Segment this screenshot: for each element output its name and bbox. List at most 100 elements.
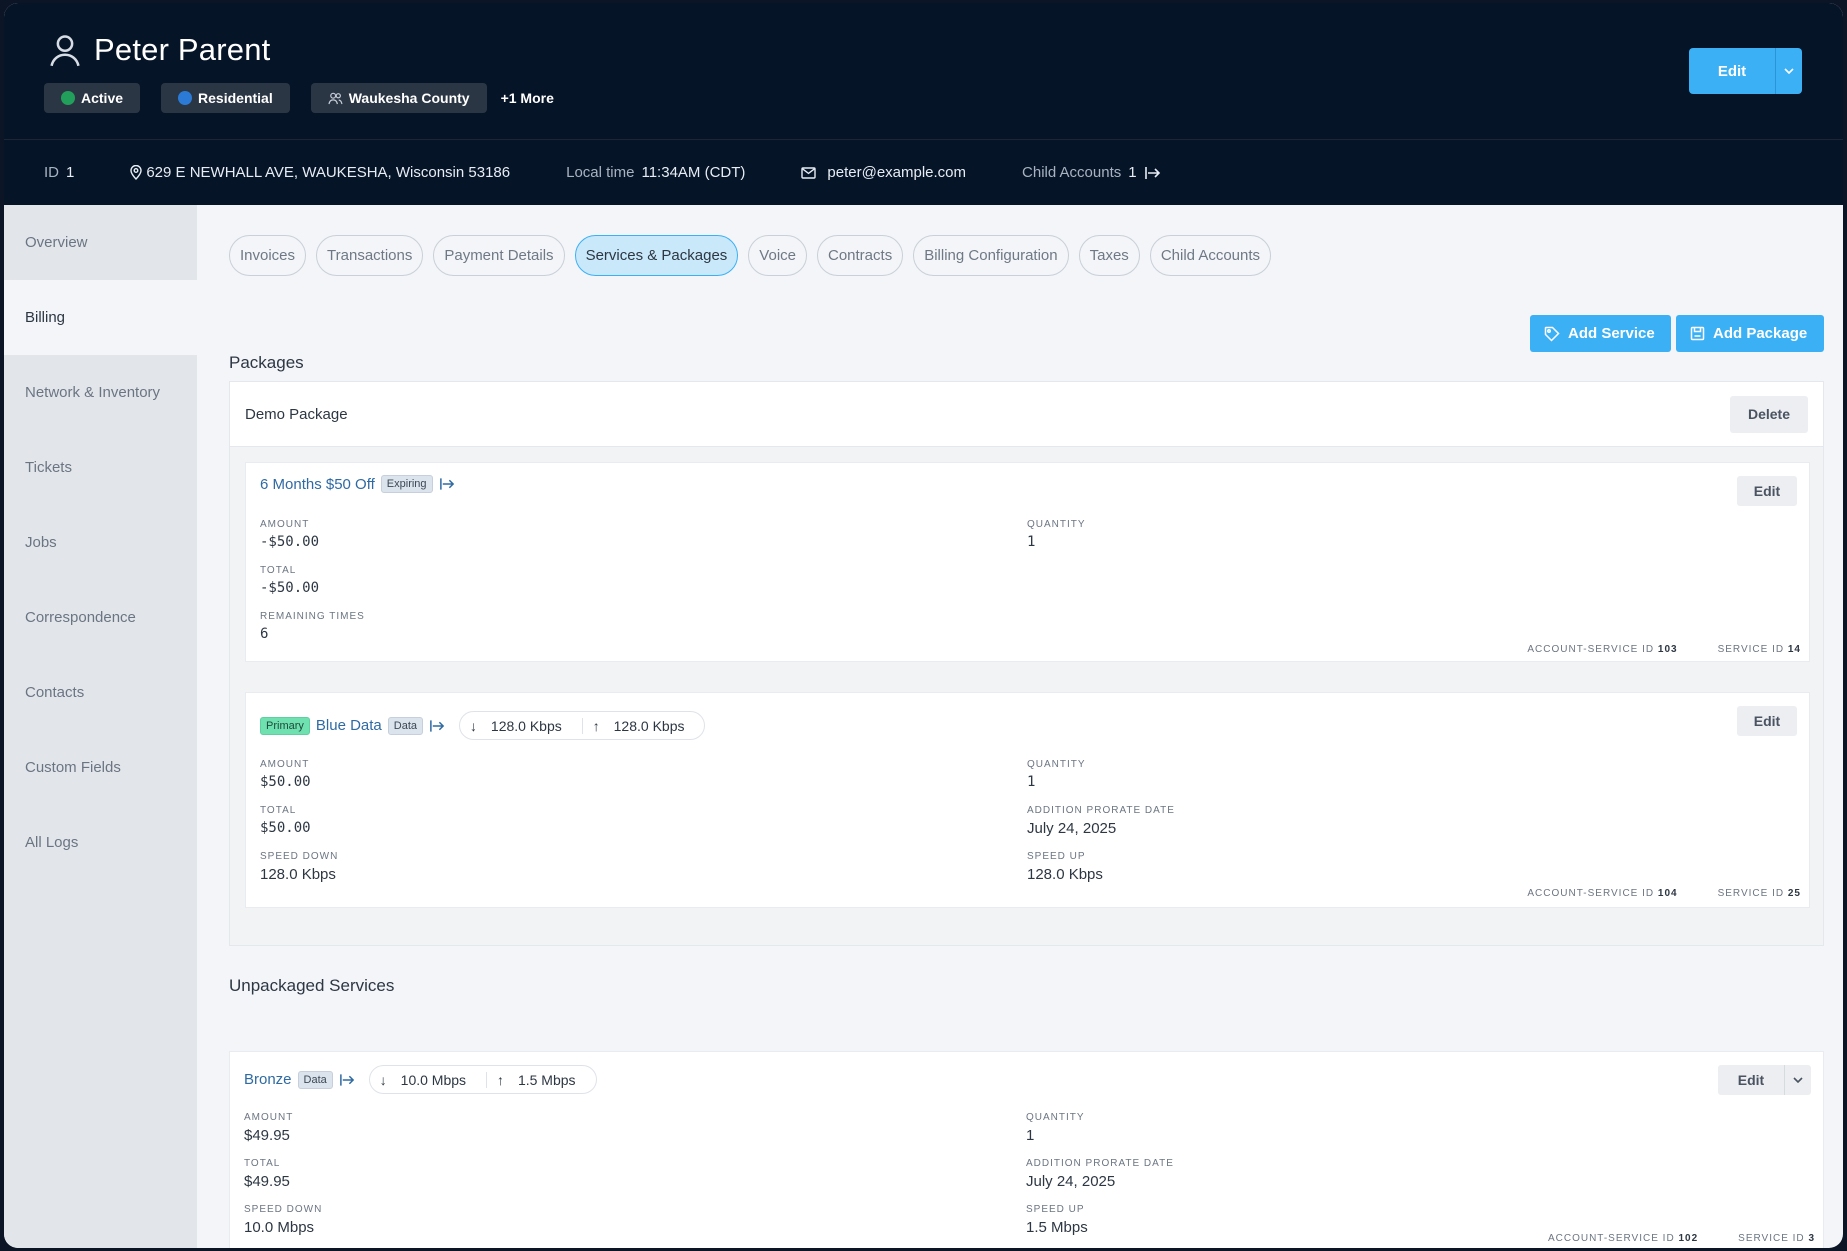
prorate-date-field: ADDITION PRORATE DATE July 24, 2025 <box>1026 1158 1174 1190</box>
packages-heading: Packages <box>229 353 304 372</box>
billing-tabs: Invoices Transactions Payment Details Se… <box>229 235 1272 276</box>
arrow-to-right-icon[interactable] <box>439 477 455 491</box>
sidebar: Overview Billing Network & Inventory Tic… <box>4 205 197 1248</box>
data-tag: Data <box>297 1070 333 1089</box>
data-tag: Data <box>387 716 424 735</box>
remaining-times-field: REMAINING TIMES 6 <box>260 611 365 642</box>
edit-split-button: Edit <box>1689 48 1802 94</box>
service-title: Primary Blue Data Data ↓ 128.0 Kbps ↑ 12… <box>260 711 706 740</box>
speed-up-field: SPEED UP 1.5 Mbps <box>1026 1204 1088 1236</box>
sidebar-item-network-inventory[interactable]: Network & Inventory <box>4 355 197 430</box>
map-pin-icon <box>130 165 143 180</box>
edit-split-button: Edit <box>1718 1065 1811 1095</box>
more-badges-link[interactable]: +1 More <box>501 90 554 106</box>
primary-tag: Primary <box>260 716 310 735</box>
arrow-to-right-icon <box>1144 166 1160 179</box>
account-info-bar: ID 1 629 E NEWHALL AVE, WAUKESHA, Wiscon… <box>4 139 1843 205</box>
child-accounts-info[interactable]: Child Accounts 1 <box>1022 164 1161 181</box>
edit-menu-button[interactable] <box>1784 1065 1811 1095</box>
app-window: Peter Parent Active Residential Waukesha… <box>4 3 1843 1248</box>
quantity-field: QUANTITY 1 <box>1027 759 1086 790</box>
package-name: Demo Package <box>245 405 348 423</box>
type-badge: Residential <box>161 83 290 113</box>
status-badge: Active <box>44 83 141 113</box>
amount-field: AMOUNT $49.95 <box>244 1112 294 1144</box>
local-time: Local time 11:34AM (CDT) <box>566 164 746 181</box>
package-card: Demo Package Delete 6 Months $50 Off Exp… <box>229 381 1824 946</box>
account-header: Peter Parent Active Residential Waukesha… <box>4 3 1843 139</box>
speed-pill: ↓ 10.0 Mbps ↑ 1.5 Mbps <box>368 1065 597 1094</box>
arrow-to-right-icon[interactable] <box>339 1073 355 1087</box>
chevron-down-icon <box>1784 68 1794 74</box>
service-name-link[interactable]: Blue Data <box>316 717 382 734</box>
edit-menu-button[interactable] <box>1775 48 1802 94</box>
speed-down-field: SPEED DOWN 10.0 Mbps <box>244 1204 323 1236</box>
tab-payment-details[interactable]: Payment Details <box>433 235 565 276</box>
speed-up-field: SPEED UP 128.0 Kbps <box>1027 851 1103 883</box>
tab-voice[interactable]: Voice <box>748 235 807 276</box>
tab-services-packages[interactable]: Services & Packages <box>574 235 739 276</box>
speed-down-field: SPEED DOWN 128.0 Kbps <box>260 851 339 883</box>
residential-dot-icon <box>178 91 193 105</box>
account-id: ID 1 <box>44 164 75 181</box>
sidebar-item-correspondence[interactable]: Correspondence <box>4 580 197 655</box>
tag-icon <box>1544 326 1560 342</box>
sidebar-item-tickets[interactable]: Tickets <box>4 430 197 505</box>
quantity-field: QUANTITY 1 <box>1026 1112 1085 1144</box>
service-ids: ACCOUNT-SERVICE ID 103 SERVICE ID 14 <box>1527 644 1801 655</box>
sidebar-item-jobs[interactable]: Jobs <box>4 505 197 580</box>
add-package-button[interactable]: Add Package <box>1676 315 1824 352</box>
service-ids: ACCOUNT-SERVICE ID 104 SERVICE ID 25 <box>1527 888 1801 899</box>
speed-pill: ↓ 128.0 Kbps ↑ 128.0 Kbps <box>459 711 706 740</box>
edit-service-button[interactable]: Edit <box>1737 476 1797 506</box>
quantity-field: QUANTITY 1 <box>1027 519 1086 550</box>
tab-taxes[interactable]: Taxes <box>1078 235 1140 276</box>
account-title: Peter Parent <box>46 31 270 69</box>
total-field: TOTAL -$50.00 <box>260 565 320 596</box>
service-name-link[interactable]: 6 Months $50 Off <box>260 476 375 493</box>
chevron-down-icon <box>1793 1077 1803 1083</box>
tab-child-accounts[interactable]: Child Accounts <box>1149 235 1272 276</box>
users-icon <box>328 92 343 104</box>
group-badge: Waukesha County <box>310 83 487 113</box>
user-icon <box>50 35 80 67</box>
active-dot-icon <box>61 91 75 105</box>
account-address[interactable]: 629 E NEWHALL AVE, WAUKESHA, Wisconsin 5… <box>130 164 510 181</box>
unpackaged-heading: Unpackaged Services <box>229 976 395 995</box>
unpackaged-service-card: Bronze Data ↓ 10.0 Mbps ↑ 1.5 Mbps Edit … <box>229 1051 1824 1248</box>
tab-contracts[interactable]: Contracts <box>817 235 904 276</box>
prorate-date-field: ADDITION PRORATE DATE July 24, 2025 <box>1027 805 1175 837</box>
sidebar-item-billing[interactable]: Billing <box>4 280 197 355</box>
service-ids: ACCOUNT-SERVICE ID 102 SERVICE ID 3 <box>1547 1233 1815 1244</box>
account-email[interactable]: peter@example.com <box>801 164 966 181</box>
sidebar-item-overview[interactable]: Overview <box>4 205 197 280</box>
package-service-card: Primary Blue Data Data ↓ 128.0 Kbps ↑ 12… <box>245 692 1810 908</box>
main-content: Invoices Transactions Payment Details Se… <box>197 205 1843 1248</box>
package-service-card: 6 Months $50 Off Expiring Edit AMOUNT -$5… <box>245 462 1810 662</box>
edit-button[interactable]: Edit <box>1689 48 1775 94</box>
expiring-tag: Expiring <box>380 475 433 493</box>
service-name-link[interactable]: Bronze <box>244 1071 292 1088</box>
mail-icon <box>801 166 817 179</box>
tab-invoices[interactable]: Invoices <box>229 235 307 276</box>
amount-field: AMOUNT -$50.00 <box>260 519 320 550</box>
account-name: Peter Parent <box>94 32 271 67</box>
edit-service-button[interactable]: Edit <box>1737 706 1797 736</box>
badge-row: Active Residential Waukesha County +1 Mo… <box>44 83 554 113</box>
sidebar-item-custom-fields[interactable]: Custom Fields <box>4 730 197 805</box>
package-header: Demo Package Delete <box>230 382 1823 447</box>
sidebar-item-contacts[interactable]: Contacts <box>4 655 197 730</box>
arrow-to-right-icon[interactable] <box>429 719 445 733</box>
amount-field: AMOUNT $50.00 <box>260 759 311 790</box>
tab-transactions[interactable]: Transactions <box>316 235 424 276</box>
service-title: Bronze Data ↓ 10.0 Mbps ↑ 1.5 Mbps <box>244 1065 597 1094</box>
total-field: TOTAL $49.95 <box>244 1158 290 1190</box>
edit-service-button[interactable]: Edit <box>1718 1065 1784 1095</box>
add-service-button[interactable]: Add Service <box>1530 315 1671 352</box>
total-field: TOTAL $50.00 <box>260 805 311 836</box>
tab-billing-configuration[interactable]: Billing Configuration <box>913 235 1069 276</box>
package-icon <box>1690 326 1705 341</box>
sidebar-item-all-logs[interactable]: All Logs <box>4 805 197 880</box>
delete-package-button[interactable]: Delete <box>1730 395 1808 433</box>
service-title: 6 Months $50 Off Expiring <box>260 475 455 493</box>
